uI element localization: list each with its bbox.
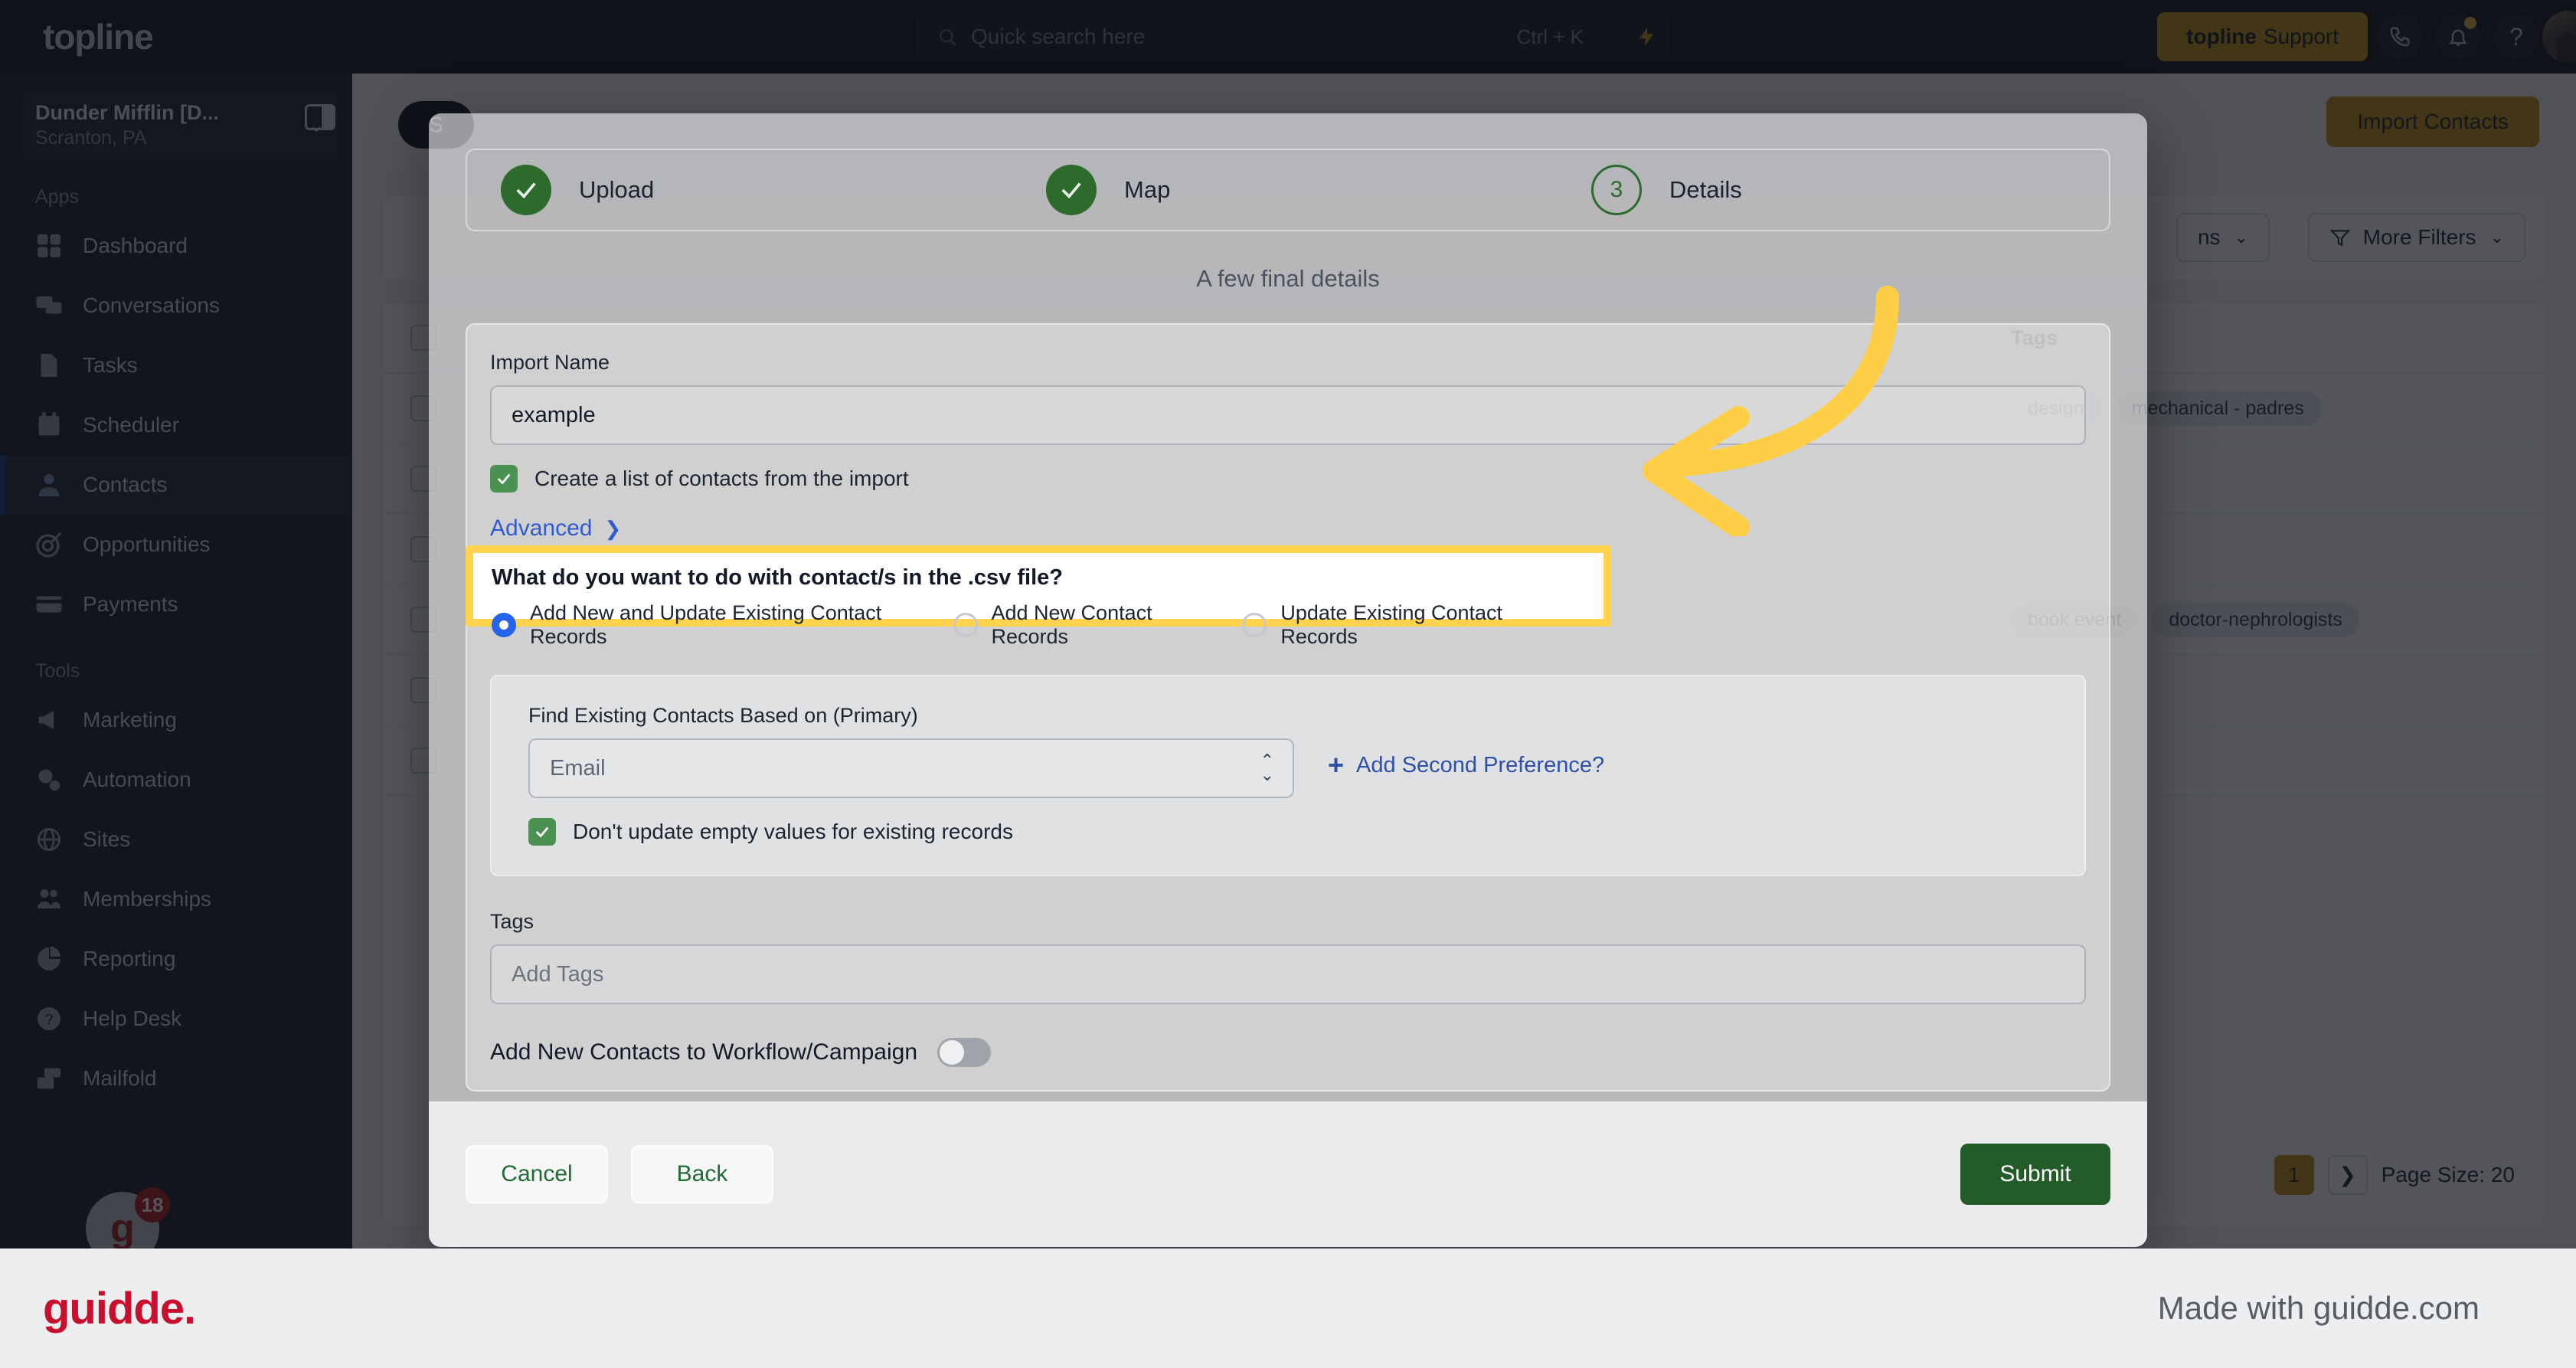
- workflow-toggle[interactable]: [937, 1038, 992, 1067]
- submit-button[interactable]: Submit: [1960, 1144, 2110, 1205]
- tags-label: Tags: [490, 910, 534, 933]
- radio-label: Add New Contact Records: [991, 601, 1152, 648]
- annotation-arrow: [1643, 286, 1899, 536]
- screenshot-root: topline Quick search here Ctrl + K topli…: [0, 0, 2576, 1368]
- step-upload[interactable]: Upload: [501, 165, 1046, 215]
- plus-icon: +: [1328, 749, 1345, 781]
- advanced-label: Advanced: [490, 515, 593, 541]
- matching-preference-panel: Find Existing Contacts Based on (Primary…: [490, 675, 2086, 876]
- radio-option-add-and-update[interactable]: Add New and Update Existing Contact Reco…: [492, 601, 918, 649]
- check-icon: [497, 473, 511, 485]
- check-icon: [535, 826, 549, 838]
- guidde-footer: guidde. Made with guidde.com: [0, 1249, 2576, 1368]
- primary-match-field-value: Email: [550, 755, 606, 781]
- find-existing-label: Find Existing Contacts Based on (Primary…: [528, 704, 918, 727]
- step-map[interactable]: Map: [1046, 165, 1591, 215]
- dont-update-empty-row[interactable]: Don't update empty values for existing r…: [528, 818, 2048, 846]
- radio-button[interactable]: [1242, 613, 1267, 637]
- tags-input[interactable]: Add Tags: [490, 944, 2086, 1004]
- radio-label: Add New and Update Existing Contact Reco…: [530, 601, 882, 648]
- stepper-arrows-icon: ⌃ ⌄: [1260, 751, 1274, 784]
- step-label: Details: [1669, 176, 1742, 203]
- check-icon: [516, 182, 536, 199]
- dont-update-empty-label: Don't update empty values for existing r…: [573, 820, 1013, 843]
- cancel-button[interactable]: Cancel: [466, 1145, 608, 1203]
- add-second-preference-label: Add Second Preference?: [1356, 752, 1605, 777]
- guidde-logo: guidde.: [43, 1283, 196, 1334]
- record-action-question: What do you want to do with contact/s in…: [492, 565, 1063, 590]
- step-details[interactable]: 3 Details: [1591, 165, 1742, 215]
- radio-option-add-new[interactable]: Add New Contact Records: [953, 601, 1208, 649]
- workflow-toggle-row: Add New Contacts to Workflow/Campaign: [490, 1038, 2086, 1067]
- step-label: Upload: [579, 176, 655, 203]
- modal-footer: Cancel Back Submit: [429, 1101, 2147, 1247]
- radio-option-update-existing[interactable]: Update Existing Contact Records: [1242, 601, 1551, 649]
- step-status-icon: [1046, 165, 1097, 215]
- radio-button[interactable]: [953, 613, 978, 637]
- add-second-preference-link[interactable]: + Add Second Preference?: [1328, 749, 1604, 781]
- radio-button[interactable]: [492, 613, 516, 637]
- step-number: 3: [1591, 165, 1642, 215]
- primary-match-field-select[interactable]: Email ⌃ ⌄: [528, 738, 1294, 798]
- create-list-label: Create a list of contacts from the impor…: [534, 466, 909, 490]
- back-button[interactable]: Back: [631, 1145, 773, 1203]
- chevron-right-icon: ❯: [604, 516, 622, 540]
- workflow-label: Add New Contacts to Workflow/Campaign: [490, 1039, 918, 1065]
- check-icon: [1061, 182, 1081, 199]
- guidde-made-with: Made with guidde.com: [2157, 1290, 2480, 1326]
- step-status-icon: [501, 165, 551, 215]
- highlighted-record-action-section: What do you want to do with contact/s in…: [466, 545, 1611, 648]
- create-list-checkbox[interactable]: [490, 465, 518, 493]
- dont-update-empty-checkbox[interactable]: [528, 818, 556, 846]
- import-stepper: Upload Map 3 Details: [466, 149, 2110, 231]
- radio-label: Update Existing Contact Records: [1280, 601, 1503, 648]
- step-label: Map: [1124, 176, 1171, 203]
